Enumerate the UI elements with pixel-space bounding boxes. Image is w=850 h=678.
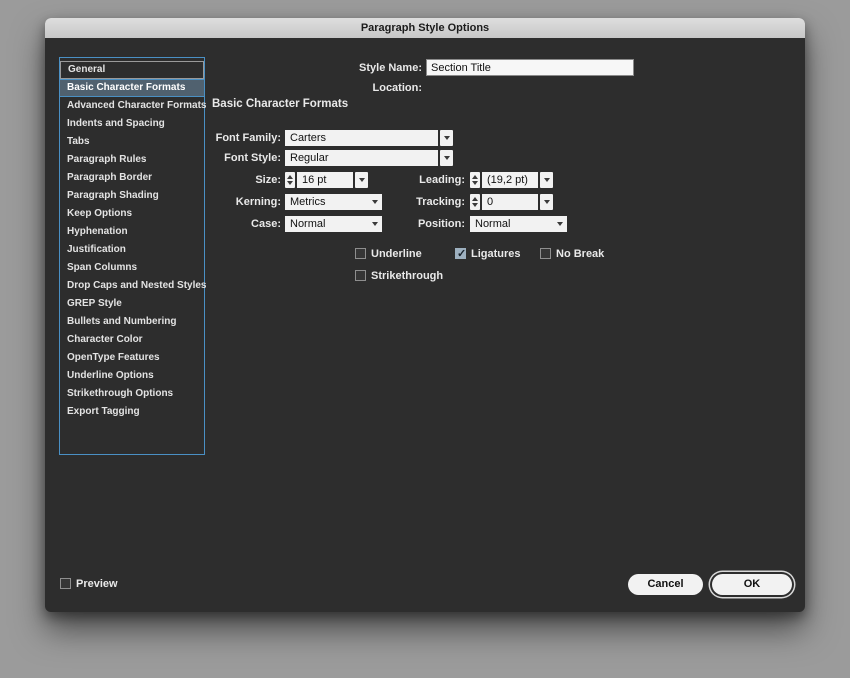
ligatures-checkbox-label: Ligatures [471, 248, 521, 261]
chevron-down-icon [544, 200, 550, 204]
dialog-titlebar[interactable]: Paragraph Style Options [45, 18, 805, 38]
leading-field[interactable]: (19,2 pt) [482, 172, 538, 188]
style-name-input[interactable] [426, 59, 634, 76]
location-label: Location: [302, 82, 422, 95]
cancel-button[interactable]: Cancel [628, 574, 703, 595]
font-family-dropdown-button[interactable] [440, 130, 453, 146]
position-label: Position: [337, 218, 465, 231]
sidebar-item-character-color[interactable]: Character Color [60, 331, 204, 349]
preview-checkbox-label: Preview [76, 578, 118, 591]
strikethrough-checkbox[interactable] [355, 270, 366, 281]
leading-stepper[interactable] [470, 172, 480, 188]
paragraph-style-options-dialog: Paragraph Style Options General Basic Ch… [45, 18, 805, 612]
font-style-select[interactable]: Regular [285, 150, 438, 166]
kerning-value: Metrics [290, 196, 325, 208]
font-style-label: Font Style: [141, 152, 281, 165]
arrow-down-icon [472, 181, 478, 185]
sidebar-item-indents-and-spacing[interactable]: Indents and Spacing [60, 115, 204, 133]
tracking-stepper[interactable] [470, 194, 480, 210]
sidebar-item-general[interactable]: General [60, 61, 204, 79]
chevron-down-icon [444, 156, 450, 160]
category-list: General Basic Character Formats Advanced… [59, 57, 205, 455]
size-stepper[interactable] [285, 172, 295, 188]
ok-button[interactable]: OK [712, 574, 792, 595]
sidebar-item-span-columns[interactable]: Span Columns [60, 259, 204, 277]
chevron-down-icon [557, 222, 563, 226]
chevron-down-icon [444, 136, 450, 140]
no-break-checkbox[interactable] [540, 248, 551, 259]
sidebar-item-justification[interactable]: Justification [60, 241, 204, 259]
chevron-down-icon [544, 178, 550, 182]
sidebar-item-opentype-features[interactable]: OpenType Features [60, 349, 204, 367]
leading-label: Leading: [337, 174, 465, 187]
position-select[interactable]: Normal [470, 216, 567, 232]
sidebar-item-underline-options[interactable]: Underline Options [60, 367, 204, 385]
sidebar-item-advanced-character-formats[interactable]: Advanced Character Formats [60, 97, 204, 115]
font-style-dropdown-button[interactable] [440, 150, 453, 166]
sidebar-item-drop-caps-and-nested-styles[interactable]: Drop Caps and Nested Styles [60, 277, 204, 295]
arrow-down-icon [472, 203, 478, 207]
sidebar-item-basic-character-formats[interactable]: Basic Character Formats [60, 79, 204, 97]
size-label: Size: [141, 174, 281, 187]
font-family-select[interactable]: Carters [285, 130, 438, 146]
dialog-title: Paragraph Style Options [361, 22, 489, 34]
sidebar-item-strikethrough-options[interactable]: Strikethrough Options [60, 385, 204, 403]
arrow-up-icon [472, 175, 478, 179]
arrow-up-icon [472, 197, 478, 201]
section-heading: Basic Character Formats [212, 98, 348, 110]
kerning-label: Kerning: [141, 196, 281, 209]
sidebar-item-grep-style[interactable]: GREP Style [60, 295, 204, 313]
style-name-label: Style Name: [302, 62, 422, 75]
font-family-label: Font Family: [141, 132, 281, 145]
underline-checkbox[interactable] [355, 248, 366, 259]
underline-checkbox-label: Underline [371, 248, 422, 261]
no-break-checkbox-label: No Break [556, 248, 604, 261]
ligatures-checkbox[interactable] [455, 248, 466, 259]
case-label: Case: [141, 218, 281, 231]
tracking-dropdown-button[interactable] [540, 194, 553, 210]
arrow-down-icon [287, 181, 293, 185]
arrow-up-icon [287, 175, 293, 179]
tracking-field[interactable]: 0 [482, 194, 538, 210]
tracking-label: Tracking: [337, 196, 465, 209]
sidebar-item-export-tagging[interactable]: Export Tagging [60, 403, 204, 421]
strikethrough-checkbox-label: Strikethrough [371, 270, 443, 283]
preview-checkbox[interactable] [60, 578, 71, 589]
case-value: Normal [290, 218, 325, 230]
leading-dropdown-button[interactable] [540, 172, 553, 188]
sidebar-item-bullets-and-numbering[interactable]: Bullets and Numbering [60, 313, 204, 331]
position-value: Normal [475, 218, 510, 230]
